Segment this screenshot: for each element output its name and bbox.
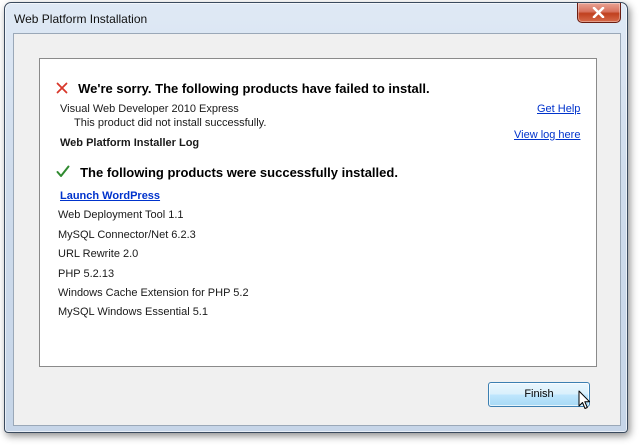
results-panel: We're sorry. The following products have… xyxy=(39,58,597,367)
finish-button[interactable]: Finish xyxy=(488,382,590,407)
installed-product-item: URL Rewrite 2.0 xyxy=(58,248,139,260)
window-title: Web Platform Installation xyxy=(14,12,148,26)
get-help-link[interactable]: Get Help xyxy=(537,103,580,115)
title-bar[interactable]: Web Platform Installation xyxy=(5,3,627,33)
error-x-icon xyxy=(56,82,68,94)
success-heading-row: The following products were successfully… xyxy=(56,162,398,181)
success-heading: The following products were successfully… xyxy=(80,165,398,180)
installed-product-item: MySQL Windows Essential 5.1 xyxy=(58,306,208,318)
installed-product-item: PHP 5.2.13 xyxy=(58,268,115,280)
view-log-link[interactable]: View log here xyxy=(514,129,580,141)
installer-window: Web Platform Installation We're sorry. T… xyxy=(4,2,628,433)
installer-log-label: Web Platform Installer Log xyxy=(60,137,200,149)
close-button[interactable] xyxy=(577,3,621,23)
failed-product-message: This product did not install successfull… xyxy=(74,117,267,129)
mouse-pointer-icon xyxy=(578,390,590,409)
launch-wordpress-link[interactable]: Launch WordPress xyxy=(60,190,160,202)
close-icon xyxy=(592,7,605,18)
failed-heading-row: We're sorry. The following products have… xyxy=(56,78,430,97)
failed-product-name: Visual Web Developer 2010 Express xyxy=(60,103,239,115)
checkmark-icon xyxy=(56,165,70,177)
installed-product-item: MySQL Connector/Net 6.2.3 xyxy=(58,229,196,241)
dialog-client-area: We're sorry. The following products have… xyxy=(13,33,621,426)
installed-product-item: Web Deployment Tool 1.1 xyxy=(58,209,184,221)
failed-heading: We're sorry. The following products have… xyxy=(78,81,430,96)
installed-product-item: Windows Cache Extension for PHP 5.2 xyxy=(58,287,249,299)
